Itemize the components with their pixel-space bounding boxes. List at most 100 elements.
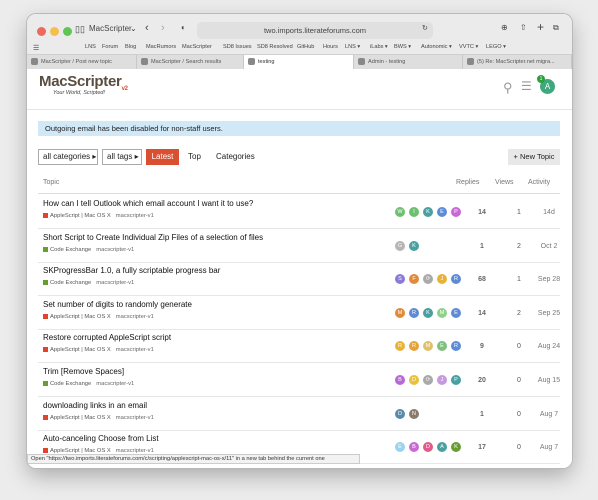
poster-avatar[interactable]: P	[451, 207, 461, 217]
poster-avatar[interactable]: E	[451, 307, 461, 318]
close-window-button[interactable]	[37, 27, 46, 36]
shield-icon[interactable]: ◐	[181, 23, 186, 32]
topic-category[interactable]: AppleScript | Mac OS X	[50, 415, 111, 421]
topic-tag[interactable]: macscripter-v1	[116, 347, 154, 353]
topic-activity[interactable]: Sep 28	[529, 276, 569, 283]
browser-tab[interactable]: testing	[244, 55, 354, 70]
favorite-link[interactable]: MacRumors	[146, 44, 176, 50]
topic-row[interactable]: Trim [Remove Spaces] Code Exchange macscri…	[38, 363, 560, 397]
poster-avatar[interactable]: I	[409, 207, 419, 217]
poster-avatar[interactable]: B	[395, 375, 405, 385]
tab-latest[interactable]: Latest	[146, 149, 179, 165]
poster-avatar[interactable]: K	[451, 442, 461, 453]
topic-tag[interactable]: macscripter-v1	[96, 381, 134, 387]
topic-title[interactable]: SKProgressBar 1.0, a fully scriptable pr…	[43, 266, 220, 275]
new-tab-icon[interactable]: +	[537, 20, 544, 34]
poster-avatar[interactable]: G	[395, 240, 405, 251]
browser-tab[interactable]: (5) Re: MacScripter.net migra...	[463, 55, 572, 70]
favorite-link[interactable]: LEGO ▾	[486, 44, 506, 50]
topic-row[interactable]: downloading links in an email AppleScript…	[38, 397, 560, 431]
topic-category[interactable]: Code Exchange	[50, 247, 91, 253]
poster-avatar[interactable]: P	[451, 375, 461, 385]
favorite-link[interactable]: iLabs ▾	[370, 44, 388, 50]
topic-title[interactable]: downloading links in an email	[43, 401, 147, 410]
poster-avatar[interactable]: M	[423, 341, 433, 352]
favorite-link[interactable]: SD8 Resolved	[257, 44, 293, 50]
favorite-link[interactable]: Autonomic ▾	[421, 44, 452, 50]
favorite-link[interactable]: VVTC ▾	[459, 44, 478, 50]
topic-tag[interactable]: macscripter-v1	[96, 280, 134, 286]
minimize-window-button[interactable]	[50, 27, 59, 36]
topic-activity[interactable]: Aug 15	[529, 377, 569, 384]
poster-avatar[interactable]: R	[409, 341, 419, 352]
topic-title[interactable]: Auto-canceling Choose from List	[43, 434, 159, 443]
address-bar[interactable]: two.imports.literateforums.com	[197, 22, 433, 39]
topic-category[interactable]: Code Exchange	[50, 381, 91, 387]
reading-list-icon[interactable]: ☰	[33, 44, 39, 52]
favorite-link[interactable]: LNS	[85, 44, 96, 50]
favorite-link[interactable]: MacScripter	[182, 44, 212, 50]
poster-avatar[interactable]: F	[409, 274, 419, 285]
poster-avatar[interactable]: W	[395, 207, 405, 217]
download-icon[interactable]: ⊕	[501, 23, 508, 32]
topic-activity[interactable]: Sep 25	[529, 310, 569, 317]
favorite-link[interactable]: BWS ▾	[394, 44, 411, 50]
topic-title[interactable]: How can I tell Outlook which email accou…	[43, 199, 253, 208]
column-topic[interactable]: Topic	[43, 179, 59, 186]
reload-icon[interactable]: ↻	[422, 24, 428, 32]
poster-avatar[interactable]: R	[409, 307, 419, 318]
column-views[interactable]: Views	[495, 179, 514, 186]
browser-tab[interactable]: MacScripter / Post new topic	[27, 55, 137, 70]
share-icon[interactable]: ⇧	[520, 23, 527, 32]
topic-title[interactable]: Trim [Remove Spaces]	[43, 367, 124, 376]
poster-avatar[interactable]: M	[395, 307, 405, 318]
browser-tab[interactable]: Admin - testing	[354, 55, 463, 70]
poster-avatar[interactable]: ⟳	[423, 375, 433, 385]
favorite-link[interactable]: Hours	[323, 44, 338, 50]
tab-categories[interactable]: Categories	[216, 152, 255, 161]
topic-title[interactable]: Restore corrupted AppleScript script	[43, 333, 171, 342]
favorite-link[interactable]: Forum	[102, 44, 118, 50]
favorite-link[interactable]: Blog	[125, 44, 136, 50]
topic-category[interactable]: Code Exchange	[50, 280, 91, 286]
topic-row[interactable]: How can I tell Outlook which email accou…	[38, 195, 560, 229]
poster-avatar[interactable]: D	[395, 408, 405, 419]
notification-badge[interactable]: 1	[537, 75, 545, 83]
poster-avatar[interactable]: B	[409, 442, 419, 453]
search-icon[interactable]: ⚲	[503, 80, 513, 96]
tab-top[interactable]: Top	[188, 152, 201, 161]
column-activity[interactable]: Activity	[528, 179, 550, 186]
topic-row[interactable]: Restore corrupted AppleScript script Appl…	[38, 329, 560, 364]
poster-avatar[interactable]: K	[423, 207, 433, 217]
topic-category[interactable]: AppleScript | Mac OS X	[50, 347, 111, 353]
poster-avatar[interactable]: J	[437, 274, 447, 285]
poster-avatar[interactable]: A	[437, 442, 447, 453]
favorite-link[interactable]: SD8 Issues	[223, 44, 252, 50]
favorite-link[interactable]: GitHub	[297, 44, 314, 50]
topic-title[interactable]: Set number of digits to randomly generat…	[43, 300, 192, 309]
poster-avatar[interactable]: E	[437, 341, 447, 352]
forward-icon[interactable]: ›	[161, 22, 165, 34]
topic-tag[interactable]: macscripter-v1	[116, 213, 154, 219]
poster-avatar[interactable]: E	[437, 207, 447, 217]
column-replies[interactable]: Replies	[456, 179, 479, 186]
topic-activity[interactable]: Aug 7	[529, 411, 569, 418]
topic-tag[interactable]: macscripter-v1	[116, 415, 154, 421]
topic-activity[interactable]: Aug 7	[529, 444, 569, 451]
poster-avatar[interactable]: E	[395, 442, 405, 453]
browser-tab[interactable]: MacScripter / Search results	[137, 55, 244, 70]
poster-avatar[interactable]: D	[423, 442, 433, 453]
topic-title[interactable]: Short Script to Create Individual Zip Fi…	[43, 233, 263, 242]
sidebar-toggle-icon[interactable]: ▯▯	[75, 24, 85, 35]
zoom-window-button[interactable]	[63, 27, 72, 36]
favorite-link[interactable]: LNS ▾	[345, 44, 360, 50]
new-topic-button[interactable]: + New Topic	[508, 149, 560, 165]
poster-avatar[interactable]: S	[395, 274, 405, 285]
categories-dropdown[interactable]: all categories ▸	[38, 149, 98, 165]
topic-category[interactable]: AppleScript | Mac OS X	[50, 314, 111, 320]
poster-avatar[interactable]: R	[451, 341, 461, 352]
topic-row[interactable]: Short Script to Create Individual Zip Fi…	[38, 229, 560, 263]
topic-activity[interactable]: Oct 2	[529, 243, 569, 250]
topic-tag[interactable]: macscripter-v1	[96, 247, 134, 253]
topic-activity[interactable]: 14d	[529, 209, 569, 216]
